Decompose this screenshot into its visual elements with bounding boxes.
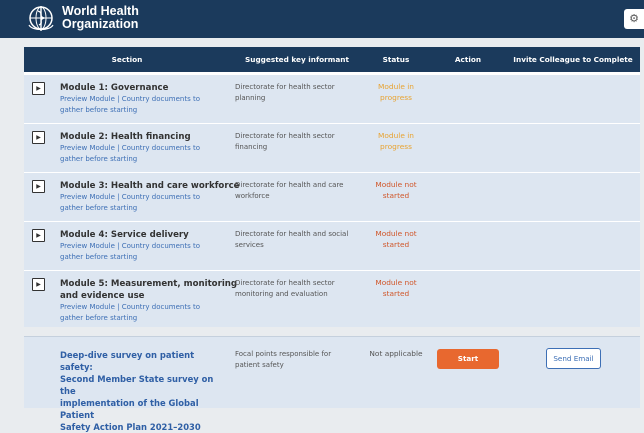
key-informant: Directorate for health sector financing: [235, 131, 360, 153]
module-links-line-1[interactable]: Preview Module | Country documents to: [60, 241, 220, 252]
key-informant-line-2: financing: [235, 143, 268, 151]
column-header-informant: Suggested key informant: [245, 55, 349, 64]
module-links[interactable]: Preview Module | Country documents to ga…: [60, 192, 220, 214]
column-header-section: Section: [111, 55, 143, 64]
who-logo-text: World Health Organization: [62, 5, 139, 31]
module-title: Module 4: Service delivery: [60, 230, 189, 240]
table-header: Section Suggested key informant Status A…: [24, 47, 640, 72]
key-informant-line-2: monitoring and evaluation: [235, 290, 328, 298]
column-header-action: Action: [454, 55, 482, 64]
send-email-button[interactable]: Send Email: [546, 348, 601, 369]
module-links[interactable]: Preview Module | Country documents to ga…: [60, 302, 220, 324]
chevron-right-icon: ▶: [36, 85, 41, 92]
status-line-1: Module not: [375, 180, 417, 189]
deep-dive-title-line-1[interactable]: Deep-dive survey on patient safety:: [60, 349, 220, 373]
module-title: Module 1: Governance: [60, 83, 169, 93]
status-badge: Module not started: [364, 277, 428, 299]
deep-dive-title-line-4[interactable]: Safety Action Plan 2021–2030: [60, 421, 220, 433]
app-header: World Health Organization ⚙: [0, 0, 644, 38]
key-informant: Focal points responsible for patient saf…: [235, 349, 360, 371]
expand-row-button[interactable]: ▶: [32, 82, 45, 95]
column-header-invite: Invite Colleague to Complete: [513, 55, 633, 64]
key-informant-line-1: Directorate for health sector: [235, 83, 335, 91]
status-line-1: Module in: [378, 131, 414, 140]
module-links-line-1[interactable]: Preview Module | Country documents to: [60, 143, 220, 154]
divider: [24, 336, 640, 337]
module-links[interactable]: Preview Module | Country documents to ga…: [60, 143, 220, 165]
expand-row-button[interactable]: ▶: [32, 131, 45, 144]
module-links-line-1[interactable]: Preview Module | Country documents to: [60, 302, 220, 313]
deep-dive-survey-title[interactable]: Deep-dive survey on patient safety: Seco…: [60, 349, 220, 433]
key-informant-line-1: Directorate for health sector: [235, 279, 335, 287]
module-title: Module 5: Measurement, monitoring and ev…: [60, 278, 237, 302]
key-informant-line-2: workforce: [235, 192, 270, 200]
module-title: Module 3: Health and care workforce: [60, 181, 240, 191]
table-row: ▶ Module 4: Service delivery Preview Mod…: [24, 222, 640, 270]
module-links[interactable]: Preview Module | Country documents to ga…: [60, 94, 220, 116]
module-links-line-2[interactable]: gather before starting: [60, 313, 220, 324]
chevron-right-icon: ▶: [36, 232, 41, 239]
logo-line-2: Organization: [62, 17, 139, 31]
key-informant-line-1: Directorate for health and social: [235, 230, 349, 238]
module-links-line-2[interactable]: gather before starting: [60, 105, 220, 116]
module-links[interactable]: Preview Module | Country documents to ga…: [60, 241, 220, 263]
status-badge: Not applicable: [369, 349, 423, 358]
deep-dive-survey-row: Deep-dive survey on patient safety: Seco…: [24, 336, 640, 432]
deep-dive-title-line-2[interactable]: Second Member State survey on the: [60, 373, 220, 397]
chevron-right-icon: ▶: [36, 183, 41, 190]
status-badge: Module not started: [364, 228, 428, 250]
key-informant: Directorate for health sector monitoring…: [235, 278, 360, 300]
module-links-line-2[interactable]: gather before starting: [60, 252, 220, 263]
column-header-status: Status: [382, 55, 410, 64]
status-badge: Module not started: [364, 179, 428, 201]
table-row: ▶ Module 2: Health financing Preview Mod…: [24, 124, 640, 172]
module-links-line-1[interactable]: Preview Module | Country documents to: [60, 192, 220, 203]
deep-dive-title-line-3[interactable]: implementation of the Global Patient: [60, 397, 220, 421]
table-row: ▶ Module 5: Measurement, monitoring and …: [24, 271, 640, 327]
key-informant: Directorate for health and care workforc…: [235, 180, 360, 202]
start-button[interactable]: Start: [437, 349, 499, 369]
table-row: ▶ Module 1: Governance Preview Module | …: [24, 75, 640, 123]
key-informant-line-1: Directorate for health and care: [235, 181, 344, 189]
status-line-1: Module not: [375, 229, 417, 238]
module-title: Module 2: Health financing: [60, 132, 191, 142]
modules-table: Section Suggested key informant Status A…: [24, 47, 640, 327]
status-line-1: Module in: [378, 82, 414, 91]
chevron-right-icon: ▶: [36, 281, 41, 288]
status-line-2: progress: [380, 93, 412, 102]
status-badge: Module in progress: [364, 81, 428, 103]
key-informant: Directorate for health sector planning: [235, 82, 360, 104]
status-line-1: Module not: [375, 278, 417, 287]
gear-icon: ⚙: [629, 12, 639, 25]
status-badge: Module in progress: [364, 130, 428, 152]
key-informant-line-2: services: [235, 241, 264, 249]
module-links-line-1[interactable]: Preview Module | Country documents to: [60, 94, 220, 105]
status-line-2: started: [382, 289, 410, 298]
key-informant-line-1: Directorate for health sector: [235, 132, 335, 140]
module-links-line-2[interactable]: gather before starting: [60, 154, 220, 165]
status-line-2: progress: [380, 142, 412, 151]
key-informant-line-2: planning: [235, 94, 266, 102]
settings-button[interactable]: ⚙: [624, 9, 644, 29]
chevron-right-icon: ▶: [36, 134, 41, 141]
module-title-line-1: Module 5: Measurement, monitoring: [60, 279, 238, 289]
key-informant-line-1: Focal points responsible for: [235, 350, 332, 358]
who-emblem-icon: [28, 6, 54, 31]
expand-row-button[interactable]: ▶: [32, 229, 45, 242]
status-line-2: started: [382, 240, 410, 249]
module-links-line-2[interactable]: gather before starting: [60, 203, 220, 214]
key-informant-line-2: patient safety: [235, 361, 284, 369]
table-row: ▶ Module 3: Health and care workforce Pr…: [24, 173, 640, 221]
key-informant: Directorate for health and social servic…: [235, 229, 360, 251]
module-title-line-2: and evidence use: [60, 291, 145, 301]
status-line-2: started: [382, 191, 410, 200]
expand-row-button[interactable]: ▶: [32, 180, 45, 193]
expand-row-button[interactable]: ▶: [32, 278, 45, 291]
